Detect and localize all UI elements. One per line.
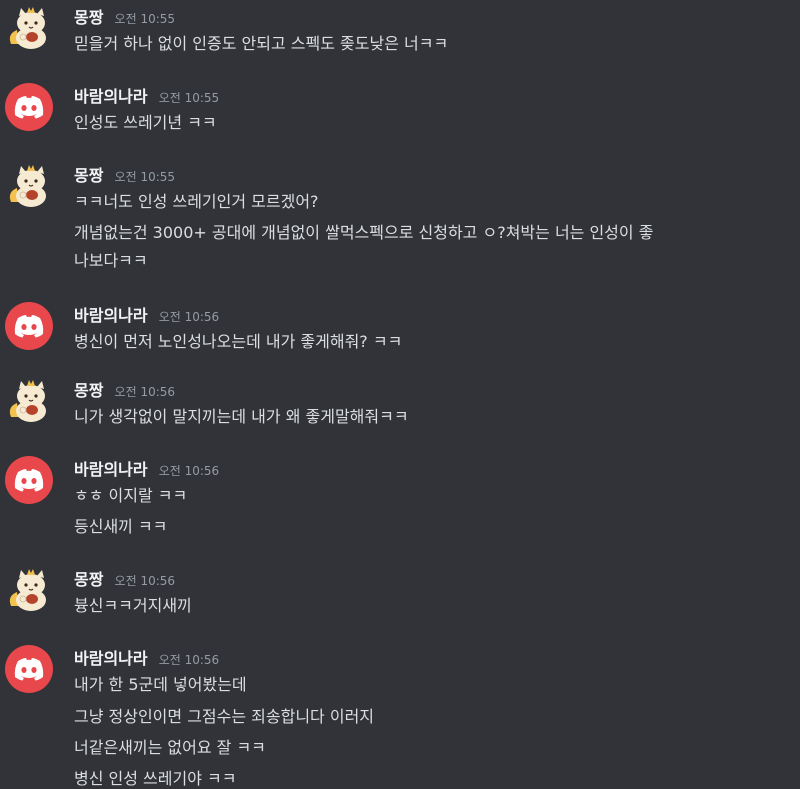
username[interactable]: 몽짱 — [74, 570, 103, 589]
message-text: ㅎㅎ 이지랄 ㅋㅋ — [74, 486, 188, 505]
message-header: 바람의나라 오전 10:56 — [74, 302, 219, 326]
message-text: 믿을거 하나 없이 인증도 안되고 스펙도 좆도낮은 너ㅋㅋ — [74, 34, 449, 53]
message-header: 바람의나라 오전 10:56 — [74, 456, 219, 480]
timestamp: 오전 10:55 — [114, 12, 176, 26]
message-text: 병신 인성 쓰레기야 ㅋㅋ — [74, 769, 237, 788]
cat-avatar-icon[interactable] — [5, 377, 53, 425]
message-text: 개념없는건 3000+ 공대에 개념없이 쌀먹스펙으로 신청하고 ㅇ?쳐박는 너… — [74, 223, 654, 242]
timestamp: 오전 10:56 — [158, 653, 220, 667]
discord-avatar-icon[interactable] — [5, 83, 53, 131]
timestamp: 오전 10:55 — [158, 91, 220, 105]
message-header: 바람의나라 오전 10:55 — [74, 83, 219, 107]
discord-avatar-icon[interactable] — [5, 456, 53, 504]
message-header: 몽짱 오전 10:56 — [74, 566, 175, 590]
chat-message-list: 몽짱 오전 10:55 믿을거 하나 없이 인증도 안되고 스펙도 좆도낮은 너… — [0, 0, 800, 788]
username[interactable]: 몽짱 — [74, 166, 103, 185]
discord-avatar-icon[interactable] — [5, 645, 53, 693]
message-text: ㅋㅋ너도 인성 쓰레기인거 모르겠어? — [74, 192, 319, 211]
message-text: 나보다ㅋㅋ — [74, 251, 148, 270]
username[interactable]: 바람의나라 — [74, 649, 148, 668]
timestamp: 오전 10:55 — [114, 170, 176, 184]
timestamp: 오전 10:56 — [158, 464, 220, 478]
message-text: 내가 한 5군데 넣어봤는데 — [74, 675, 247, 694]
cat-avatar-icon[interactable] — [5, 162, 53, 210]
username[interactable]: 몽짱 — [74, 381, 103, 400]
username[interactable]: 바람의나라 — [74, 306, 148, 325]
cat-avatar-icon[interactable] — [5, 4, 53, 52]
discord-avatar-icon[interactable] — [5, 302, 53, 350]
timestamp: 오전 10:56 — [114, 574, 176, 588]
username[interactable]: 몽짱 — [74, 8, 103, 27]
message-text: 인성도 쓰레기년 ㅋㅋ — [74, 113, 217, 132]
message-text: 그냥 정상인이면 그점수는 죄송합니다 이러지 — [74, 707, 375, 726]
message-text: 니가 생각없이 말지끼는데 내가 왜 좋게말해줘ㅋㅋ — [74, 407, 409, 426]
message-header: 몽짱 오전 10:56 — [74, 377, 175, 401]
cat-avatar-icon[interactable] — [5, 566, 53, 614]
message-header: 바람의나라 오전 10:56 — [74, 645, 219, 669]
message-text: 너같은새끼는 없어요 잘 ㅋㅋ — [74, 738, 266, 757]
timestamp: 오전 10:56 — [158, 310, 220, 324]
message-header: 몽짱 오전 10:55 — [74, 4, 175, 28]
message-header: 몽짱 오전 10:55 — [74, 162, 175, 186]
message-text: 병신이 먼저 노인성나오는데 내가 좋게해줘? ㅋㅋ — [74, 332, 403, 351]
message-text: 등신새끼 ㅋㅋ — [74, 517, 168, 536]
username[interactable]: 바람의나라 — [74, 87, 148, 106]
timestamp: 오전 10:56 — [114, 385, 176, 399]
username[interactable]: 바람의나라 — [74, 460, 148, 479]
message-text: 븅신ㅋㅋ거지새끼 — [74, 596, 192, 615]
